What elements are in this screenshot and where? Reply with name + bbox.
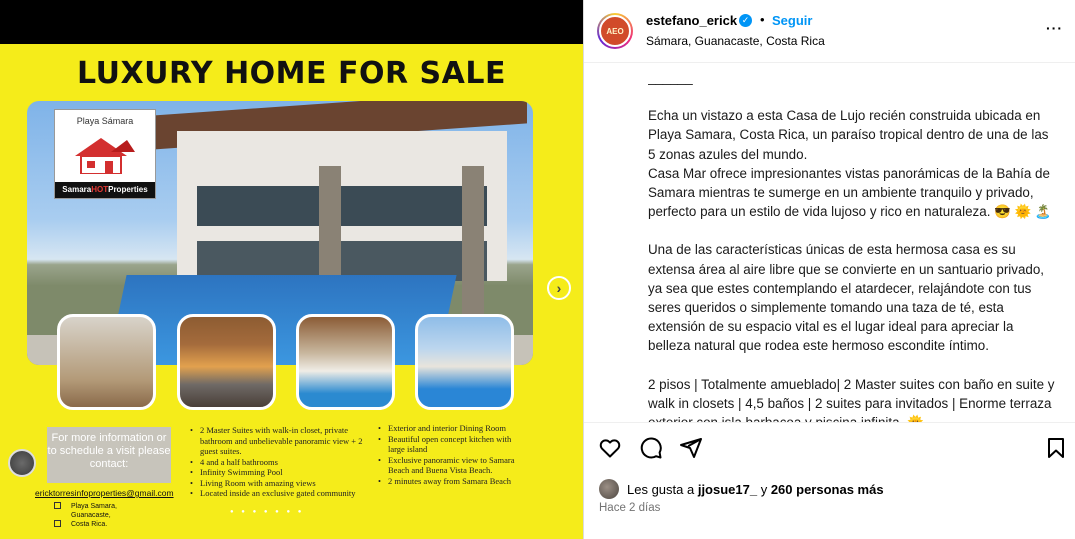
- terrace-sunset-photo: [177, 314, 276, 410]
- corner-avatar[interactable]: [8, 449, 36, 477]
- contact-box: For more information or to schedule a vi…: [47, 427, 171, 483]
- feature-item: Living Room with amazing views: [190, 478, 365, 489]
- post-image[interactable]: LUXURY HOME FOR SALE Playa Sámara Samara…: [0, 44, 583, 539]
- post-actions: Les gusta a jjosue17_ y 260 personas más…: [584, 422, 1075, 539]
- verified-badge-icon: ✓: [739, 14, 752, 27]
- features-list-right: Exterior and interior Dining Room Beauti…: [378, 423, 528, 486]
- feature-item: 2 minutes away from Samara Beach: [378, 476, 528, 487]
- agency-logo: Playa Sámara SamaraHOTProperties: [54, 109, 156, 199]
- more-options-icon[interactable]: ···: [1046, 20, 1063, 36]
- feature-item: Infinity Swimming Pool: [190, 467, 365, 478]
- address-block: Playa Samara, Guanacaste, Costa Rica.: [54, 502, 117, 529]
- logo-brand-text: SamaraHOTProperties: [55, 182, 155, 198]
- feature-item: Located inside an exclusive gated commun…: [190, 488, 365, 499]
- post-timestamp[interactable]: Hace 2 días: [599, 502, 660, 514]
- feature-item: Exclusive panoramic view to Samara Beach…: [378, 455, 528, 476]
- avatar-image: AEO: [599, 15, 631, 47]
- author-username[interactable]: estefano_erick: [646, 13, 737, 28]
- house-upper-windows: [197, 186, 487, 226]
- feature-item: Beautiful open concept kitchen with larg…: [378, 434, 528, 455]
- caption-paragraph: Una de las características únicas de est…: [648, 242, 1048, 354]
- post-location[interactable]: Sámara, Guanacaste, Costa Rica: [646, 34, 825, 48]
- bookmark-icon[interactable]: [1044, 436, 1068, 460]
- contact-email: ericktorresinfoproperties@gmail.com: [35, 488, 174, 498]
- caption-paragraph: Echa un vistazo a esta Casa de Lujo reci…: [648, 108, 1052, 220]
- caption-divider: ______: [648, 70, 693, 85]
- separator-dot: •: [760, 12, 765, 27]
- next-image-button[interactable]: ›: [547, 276, 571, 300]
- ad-title: LUXURY HOME FOR SALE: [77, 56, 506, 91]
- photo-thumbnails: [57, 314, 517, 414]
- heart-icon[interactable]: [598, 436, 622, 460]
- post-side-panel: AEO estefano_erick ✓ • Seguir Sámara, Gu…: [583, 0, 1075, 539]
- feature-item: 4 and a half bathrooms: [190, 457, 365, 468]
- house-facade: [177, 131, 507, 281]
- share-icon[interactable]: [679, 436, 703, 460]
- top-black-band: [0, 0, 583, 44]
- author-avatar[interactable]: AEO: [597, 13, 633, 49]
- liker-avatar: [599, 479, 619, 499]
- comment-icon[interactable]: [639, 436, 663, 460]
- liker-username[interactable]: jjosue17_: [698, 482, 757, 497]
- feature-item: 2 Master Suites with walk-in closet, pri…: [190, 425, 365, 457]
- caption-paragraph: 2 pisos | Totalmente amueblado| 2 Master…: [648, 376, 1055, 422]
- post-caption: ______ Echa un vistazo a esta Casa de Lu…: [648, 68, 1058, 422]
- post-header: AEO estefano_erick ✓ • Seguir Sámara, Gu…: [584, 0, 1075, 63]
- likes-summary[interactable]: Les gusta a jjosue17_ y 260 personas más: [599, 479, 884, 499]
- chevron-right-icon: ›: [556, 280, 562, 296]
- house-logo-icon: [75, 138, 135, 174]
- follow-button[interactable]: Seguir: [772, 13, 812, 28]
- likes-count[interactable]: 260 personas más: [771, 482, 884, 497]
- features-list-left: 2 Master Suites with walk-in closet, pri…: [190, 425, 365, 499]
- feature-item: Exterior and interior Dining Room: [378, 423, 528, 434]
- kitchen-photo: [57, 314, 156, 410]
- carousel-dots: ● ● ● ● ● ● ●: [230, 509, 305, 515]
- logo-location-text: Playa Sámara: [76, 116, 134, 126]
- outdoor-kitchen-photo: [296, 314, 395, 410]
- house-exterior-photo: [415, 314, 514, 410]
- stone-column: [462, 166, 484, 336]
- instagram-post-view: LUXURY HOME FOR SALE Playa Sámara Samara…: [0, 0, 1075, 539]
